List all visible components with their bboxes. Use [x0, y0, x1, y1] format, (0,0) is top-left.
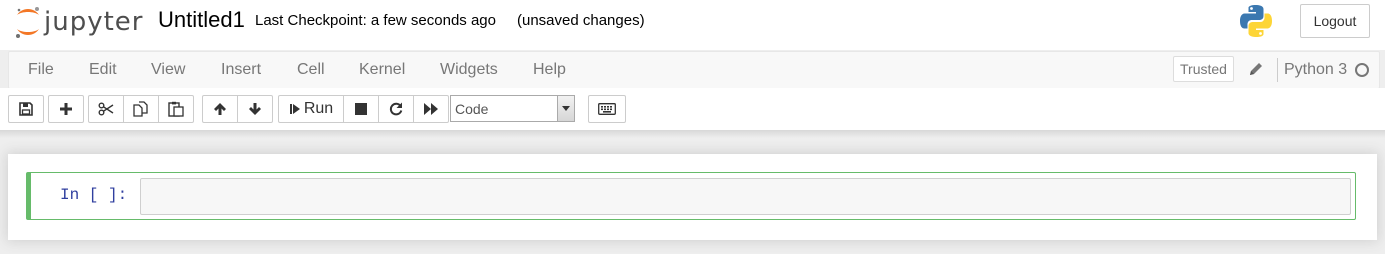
chevron-down-icon[interactable] — [557, 96, 574, 121]
notebook-container: In [ ]: — [8, 154, 1377, 240]
jupyter-logo-icon — [16, 7, 39, 38]
logout-button[interactable]: Logout — [1300, 4, 1370, 38]
input-prompt: In [ ]: — [60, 186, 128, 204]
arrow-up-icon — [214, 103, 226, 115]
notebook-name[interactable]: Untitled1 — [158, 7, 245, 33]
cut-button[interactable] — [88, 95, 124, 123]
menu-help[interactable]: Help — [533, 52, 566, 88]
logo-text: jupyter — [44, 7, 144, 37]
move-up-button[interactable] — [202, 95, 238, 123]
command-palette-button[interactable] — [588, 95, 626, 123]
jupyter-logo[interactable]: jupyter — [14, 5, 144, 41]
trusted-indicator[interactable]: Trusted — [1173, 56, 1234, 82]
save-group — [8, 95, 44, 123]
restart-icon — [389, 102, 403, 116]
copy-button[interactable] — [123, 95, 159, 123]
plus-icon — [60, 103, 72, 115]
run-label: Run — [303, 100, 334, 117]
python-logo-icon — [1240, 5, 1272, 37]
keyboard-icon — [598, 103, 616, 115]
save-icon — [19, 102, 33, 116]
menubar: File Edit View Insert Cell Kernel Widget… — [8, 51, 1380, 89]
autosave-status: (unsaved changes) — [517, 12, 645, 29]
header: jupyter Untitled1 Last Checkpoint: a few… — [0, 0, 1385, 50]
kernel-separator — [1277, 58, 1278, 82]
toolbar-shadow — [0, 130, 1385, 138]
kernel-name[interactable]: Python 3 — [1284, 52, 1347, 88]
kernel-idle-icon — [1355, 63, 1369, 77]
cell-type-select[interactable]: Code — [450, 95, 575, 122]
restart-run-all-button[interactable] — [413, 95, 449, 123]
step-forward-icon — [289, 104, 300, 114]
code-cell[interactable]: In [ ]: — [26, 172, 1356, 220]
run-button[interactable]: Run — [278, 95, 344, 123]
insert-cell-below-button[interactable] — [48, 95, 84, 123]
stop-icon — [355, 103, 367, 115]
menu-file[interactable]: File — [28, 52, 54, 88]
copy-icon — [133, 101, 148, 117]
main-toolbar: Run Code — [0, 88, 1385, 130]
run-group: Run — [278, 95, 449, 123]
move-down-button[interactable] — [237, 95, 273, 123]
paste-button[interactable] — [158, 95, 194, 123]
menu-cell[interactable]: Cell — [297, 52, 325, 88]
restart-kernel-button[interactable] — [378, 95, 414, 123]
interrupt-kernel-button[interactable] — [343, 95, 379, 123]
edit-group — [88, 95, 194, 123]
pencil-icon[interactable] — [1248, 61, 1264, 77]
move-group — [202, 95, 273, 123]
menu-view[interactable]: View — [151, 52, 185, 88]
scissors-icon — [98, 102, 114, 116]
checkpoint-status: Last Checkpoint: a few seconds ago — [255, 12, 496, 29]
code-input-area[interactable] — [140, 178, 1351, 215]
menu-edit[interactable]: Edit — [89, 52, 117, 88]
menu-widgets[interactable]: Widgets — [440, 52, 498, 88]
arrow-down-icon — [249, 103, 261, 115]
insert-group — [48, 95, 84, 123]
paste-icon — [168, 101, 184, 117]
menu-insert[interactable]: Insert — [221, 52, 261, 88]
menu-kernel[interactable]: Kernel — [359, 52, 405, 88]
cell-type-value: Code — [455, 101, 489, 117]
command-palette-group — [588, 95, 626, 123]
fast-forward-icon — [424, 103, 438, 115]
save-button[interactable] — [8, 95, 44, 123]
